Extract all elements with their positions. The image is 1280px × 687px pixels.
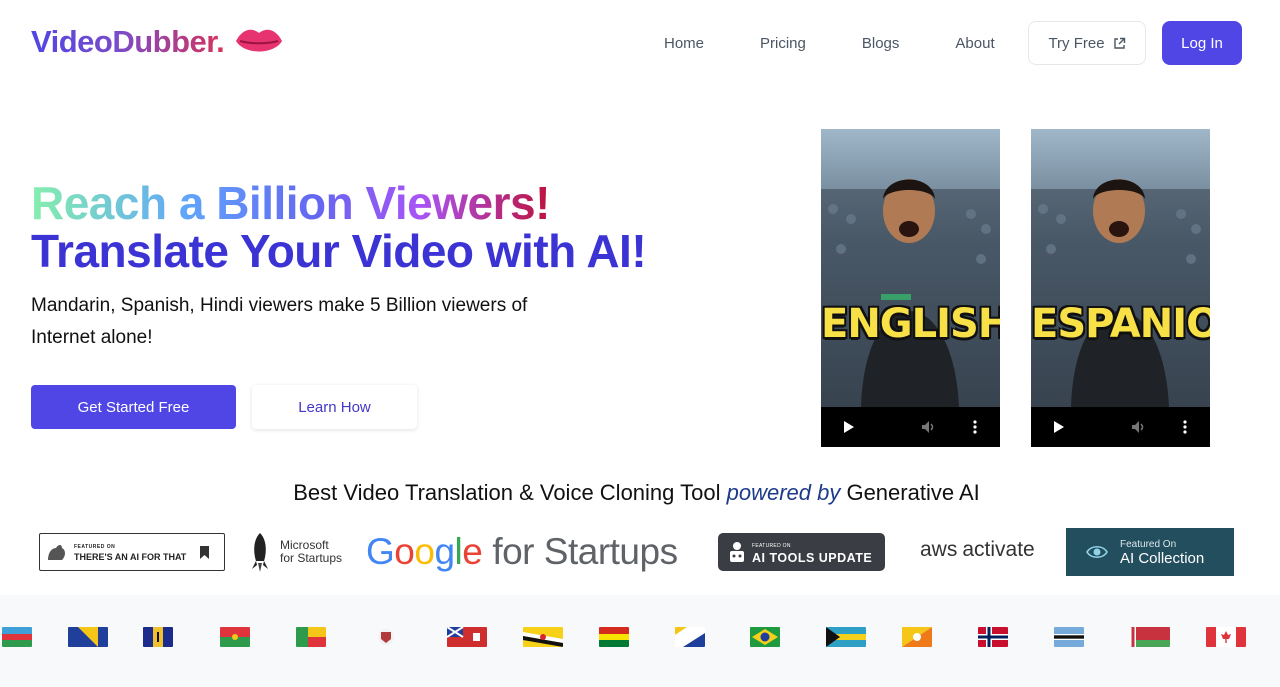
hero-title-line1: Reach a Billion Viewers! bbox=[31, 177, 550, 229]
bhutan-flag bbox=[902, 627, 932, 647]
badge-small-label: FEATURED ON bbox=[74, 544, 116, 550]
get-started-button[interactable]: Get Started Free bbox=[31, 385, 236, 429]
play-icon[interactable] bbox=[841, 419, 857, 435]
norway-flag bbox=[978, 627, 1008, 647]
benin-flag bbox=[296, 627, 326, 647]
bolivia-flag bbox=[599, 627, 629, 647]
tagline: Best Video Translation & Voice Cloning T… bbox=[0, 480, 1273, 506]
brand-name: VideoDubber. bbox=[31, 24, 225, 59]
bermuda-flag bbox=[447, 627, 487, 647]
try-free-label: Try Free bbox=[1048, 34, 1105, 52]
main-nav: Home Pricing Blogs About Try Free Log In bbox=[640, 21, 1242, 65]
hero-title-line2: Translate Your Video with AI! bbox=[31, 225, 647, 277]
rocket-icon bbox=[252, 533, 268, 572]
more-options-icon[interactable] bbox=[1181, 419, 1189, 435]
tagline-emphasis: powered by bbox=[726, 480, 841, 505]
eye-icon bbox=[1086, 545, 1108, 559]
brazil-flag bbox=[750, 627, 780, 647]
burkina-faso-flag bbox=[220, 627, 250, 647]
arm-icon bbox=[48, 545, 65, 560]
bookmark-icon bbox=[200, 545, 210, 559]
badge-line2: for Startups bbox=[280, 551, 343, 565]
site-header: VideoDubber. Home Pricing Blogs About Tr… bbox=[0, 0, 1280, 86]
try-free-button[interactable]: Try Free bbox=[1028, 21, 1146, 65]
badge-theres-an-ai-for-that[interactable]: FEATURED ON THERE'S AN AI FOR THAT bbox=[39, 533, 225, 571]
google-letter: G bbox=[366, 531, 395, 572]
volume-icon[interactable] bbox=[1130, 419, 1146, 435]
external-link-icon bbox=[1113, 37, 1125, 49]
tagline-end: Generative AI bbox=[840, 480, 980, 505]
badge-text: Microsoft for Startups bbox=[280, 539, 342, 565]
robot-icon bbox=[730, 542, 744, 562]
volume-icon[interactable] bbox=[920, 419, 936, 435]
video-caption: ESPANIOL bbox=[1031, 301, 1210, 347]
lips-icon bbox=[236, 29, 283, 52]
featured-badges: FEATURED ON THERE'S AN AI FOR THAT Micro… bbox=[0, 524, 1280, 580]
badge-aws-activate[interactable]: aws activate bbox=[920, 538, 1035, 562]
login-button[interactable]: Log In bbox=[1162, 21, 1242, 65]
google-letter: l bbox=[454, 531, 463, 572]
bermuda-crest-flag bbox=[378, 629, 394, 645]
nav-home[interactable]: Home bbox=[664, 35, 704, 52]
google-letter: e bbox=[462, 531, 483, 572]
badge-main-label: for Startups bbox=[492, 531, 678, 572]
barbados-flag bbox=[143, 627, 173, 647]
azerbaijan-flag bbox=[2, 627, 32, 647]
aws-wordmark: aws bbox=[920, 538, 958, 561]
video-controls bbox=[821, 407, 1000, 447]
brunei-flag bbox=[523, 627, 563, 647]
video-player-english[interactable]: ENGLISH bbox=[821, 129, 1000, 447]
google-letter: o bbox=[394, 531, 415, 572]
google-letter: o bbox=[414, 531, 435, 572]
nav-about[interactable]: About bbox=[955, 35, 994, 52]
botswana-flag bbox=[1054, 627, 1084, 647]
hero-subtitle: Mandarin, Spanish, Hindi viewers make 5 … bbox=[31, 295, 528, 348]
video-thumbnail bbox=[821, 129, 1000, 407]
badge-main-label: THERE'S AN AI FOR THAT bbox=[74, 552, 187, 562]
badge-text: FEATURED ON AI TOOLS UPDATE bbox=[752, 540, 872, 564]
badge-ai-collection[interactable]: Featured On AI Collection bbox=[1066, 528, 1234, 576]
badge-google-for-startups[interactable]: Go o g l e for Startups bbox=[366, 528, 678, 576]
video-caption: ENGLISH bbox=[821, 301, 1000, 347]
more-options-icon[interactable] bbox=[971, 419, 979, 435]
video-thumbnail bbox=[1031, 129, 1210, 407]
bosnia-flag bbox=[68, 627, 108, 647]
video-player-spanish[interactable]: ESPANIOL bbox=[1031, 129, 1210, 447]
badge-text: FEATURED ON THERE'S AN AI FOR THAT bbox=[74, 542, 186, 562]
language-flag-strip bbox=[0, 595, 1280, 687]
badge-main-label: activate bbox=[962, 538, 1035, 561]
badge-text: Featured On AI Collection bbox=[1120, 538, 1204, 566]
badge-ai-tools-update[interactable]: FEATURED ON AI TOOLS UPDATE bbox=[718, 533, 885, 571]
bonaire-flag bbox=[675, 627, 705, 647]
tagline-start: Best Video Translation & Voice Cloning T… bbox=[293, 480, 727, 505]
play-icon[interactable] bbox=[1051, 419, 1067, 435]
bahamas-flag bbox=[826, 627, 866, 647]
badge-main-label: AI TOOLS UPDATE bbox=[752, 551, 873, 565]
canada-flag bbox=[1206, 627, 1246, 647]
google-letter: g bbox=[434, 531, 455, 572]
belarus-flag bbox=[1130, 627, 1170, 647]
nav-blogs[interactable]: Blogs bbox=[862, 35, 900, 52]
brand-logo[interactable]: VideoDubber. bbox=[31, 24, 284, 60]
video-controls bbox=[1031, 407, 1210, 447]
badge-line1: Microsoft bbox=[280, 538, 329, 552]
badge-main-label: AI Collection bbox=[1120, 550, 1205, 567]
nav-pricing[interactable]: Pricing bbox=[760, 35, 806, 52]
badge-microsoft-for-startups[interactable]: Microsoft for Startups bbox=[248, 528, 342, 576]
learn-how-button[interactable]: Learn How bbox=[252, 385, 417, 429]
